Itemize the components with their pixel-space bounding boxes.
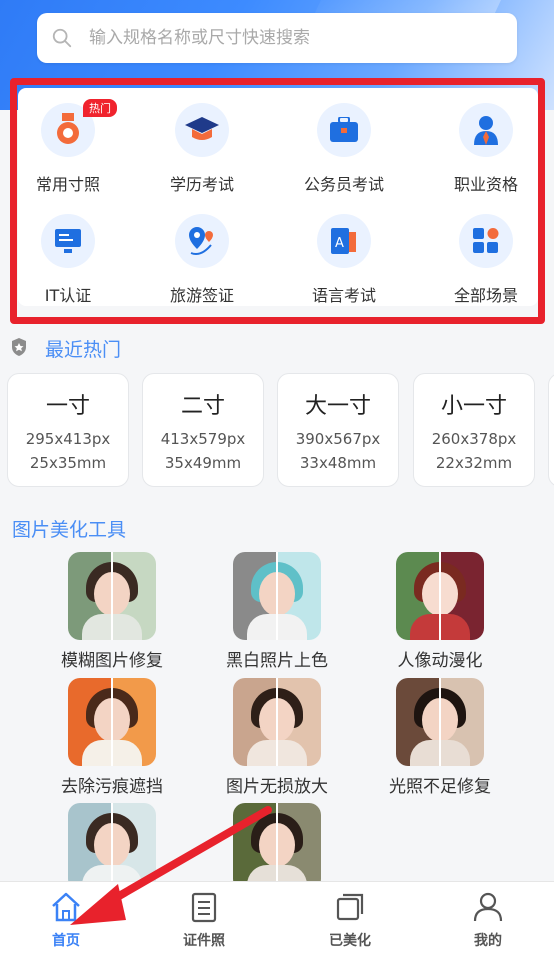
size-px: 295x413px: [25, 430, 111, 448]
tab-label: 证件照: [183, 933, 225, 949]
size-mm: 25x35mm: [29, 454, 107, 472]
recent-hot-title: 最近热门: [45, 339, 122, 361]
tool-label: 模糊图片修复: [61, 651, 163, 671]
tool-thumbnail: [233, 552, 321, 640]
size-card-partial[interactable]: [548, 373, 554, 487]
home-icon: [52, 892, 80, 922]
size-card-one-inch[interactable]: 一寸 295x413px 25x35mm: [7, 373, 129, 487]
tool-anime-portrait[interactable]: 人像动漫化: [370, 552, 510, 671]
tab-beautified[interactable]: 已美化: [305, 890, 395, 950]
tab-label: 我的: [474, 933, 502, 949]
size-mm: 33x48mm: [299, 454, 377, 472]
stacked-squares-icon: [336, 893, 364, 921]
tab-home[interactable]: 首页: [21, 890, 111, 950]
size-card-small-one-inch[interactable]: 小一寸 260x378px 22x32mm: [413, 373, 535, 487]
tool-colorize[interactable]: 黑白照片上色: [207, 552, 347, 671]
tool-thumbnail: [233, 678, 321, 766]
tab-label: 已美化: [329, 933, 371, 949]
tool-label: 人像动漫化: [397, 651, 483, 671]
shield-icon: [12, 338, 26, 356]
user-icon: [473, 892, 503, 922]
tool-remove-stains[interactable]: 去除污痕遮挡: [42, 678, 182, 797]
size-mm: 35x49mm: [164, 454, 242, 472]
tool-thumbnail: [233, 803, 321, 891]
size-name: 一寸: [45, 394, 90, 419]
tool-thumbnail: [68, 678, 156, 766]
tools-title: 图片美化工具: [12, 519, 127, 541]
tab-profile[interactable]: 我的: [443, 890, 533, 950]
bottom-tab-bar: 首页 证件照 已美化 我的: [0, 881, 554, 954]
search-input[interactable]: [89, 28, 469, 48]
size-name: 二寸: [180, 394, 225, 419]
tab-label: 首页: [52, 933, 80, 949]
tool-lossless-upscale[interactable]: 图片无损放大: [207, 678, 347, 797]
size-px: 413x579px: [160, 430, 246, 448]
tool-label: 去除污痕遮挡: [61, 777, 163, 797]
tab-id-photo[interactable]: 证件照: [159, 890, 249, 950]
search-bar[interactable]: [37, 13, 517, 63]
tool-blur-repair[interactable]: 模糊图片修复: [42, 552, 182, 671]
size-card-two-inch[interactable]: 二寸 413x579px 35x49mm: [142, 373, 264, 487]
tool-label: 黑白照片上色: [226, 651, 328, 671]
tool-thumbnail: [68, 552, 156, 640]
size-card-large-one-inch[interactable]: 大一寸 390x567px 33x48mm: [277, 373, 399, 487]
tool-lowlight-repair[interactable]: 光照不足修复: [370, 678, 510, 797]
size-px: 390x567px: [295, 430, 381, 448]
tool-thumbnail: [68, 803, 156, 891]
document-list-icon: [191, 892, 217, 923]
size-mm: 22x32mm: [435, 454, 513, 472]
size-name: 大一寸: [304, 394, 371, 419]
size-px: 260x378px: [431, 430, 517, 448]
size-name: 小一寸: [440, 394, 507, 419]
highlight-box: [10, 78, 545, 324]
tool-label: 图片无损放大: [226, 777, 328, 797]
tool-label: 光照不足修复: [389, 777, 491, 797]
tool-thumbnail: [396, 552, 484, 640]
tool-thumbnail: [396, 678, 484, 766]
search-icon: [52, 28, 72, 48]
